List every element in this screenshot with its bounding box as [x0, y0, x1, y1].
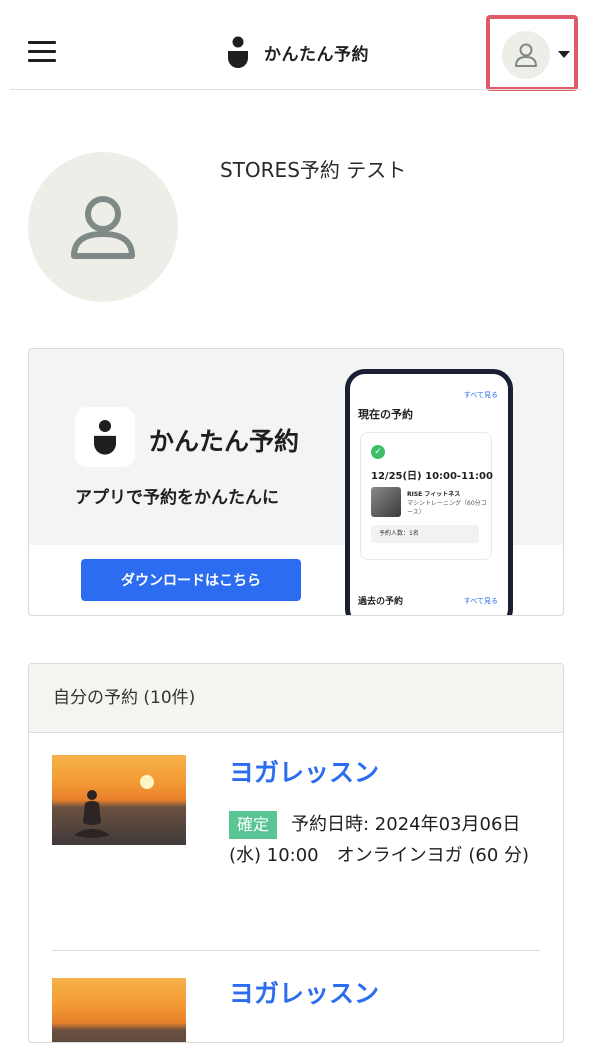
phone-reservation-card: ✓ 12/25(日) 10:00-11:00 RISE フィットネス マシントレ… — [360, 432, 493, 560]
phone-past-heading: 過去の予約 — [358, 597, 404, 607]
app-logo[interactable]: かんたん予約 — [228, 36, 369, 68]
reservations-header: 自分の予約 (10件) — [29, 664, 563, 733]
phone-thumbnail — [371, 487, 401, 517]
reservations-heading: 自分の予約 (10件) — [53, 688, 196, 708]
check-icon: ✓ — [371, 445, 385, 459]
yoga-thumbnail — [52, 978, 186, 1042]
meditating-person-graphic — [74, 790, 110, 838]
profile-name: STORES予約 テスト — [220, 158, 407, 182]
sun-graphic — [140, 775, 154, 789]
user-icon — [71, 196, 135, 259]
status-badge: 確定 — [229, 811, 278, 839]
top-header: かんたん予約 — [0, 0, 592, 91]
app-download-banner[interactable]: かんたん予約 アプリで予約をかんたんに ダウンロードはこちら すべて見る 現在の… — [28, 348, 564, 616]
phone-date: 12/25(日) 10:00-11:00 — [371, 471, 493, 482]
phone-current-heading: 現在の予約 — [358, 408, 413, 421]
phone-course: マシントレーニング（60分コース） — [407, 500, 487, 516]
reservation-title[interactable]: ヨガレッスン — [229, 974, 379, 1010]
phone-see-all-past-link: すべて見る — [463, 597, 498, 605]
header-divider — [10, 89, 582, 90]
profile-avatar — [28, 152, 178, 302]
logo-mark-icon — [228, 36, 248, 68]
phone-mockup: すべて見る 現在の予約 ✓ 12/25(日) 10:00-11:00 RISE … — [345, 369, 513, 615]
app-icon — [75, 407, 135, 467]
phone-count: 予約人数：1名 — [371, 525, 479, 543]
phone-see-all-link: すべて見る — [463, 391, 498, 399]
hamburger-icon[interactable] — [28, 41, 56, 63]
caret-down-icon — [558, 51, 570, 58]
phone-shop: RISE フィットネス — [407, 491, 461, 498]
user-icon — [502, 31, 550, 79]
yoga-thumbnail — [52, 755, 186, 845]
reservation-title[interactable]: ヨガレッスン — [229, 753, 379, 789]
reservations-panel: 自分の予約 (10件) ヨガレッスン 確定 予約日時: 2024年03月06日 (… — [28, 663, 564, 1043]
banner-subtitle: アプリで予約をかんたんに — [75, 488, 279, 508]
item-divider — [52, 950, 540, 951]
download-button[interactable]: ダウンロードはこちら — [81, 559, 301, 601]
reservation-meta: 確定 予約日時: 2024年03月06日 (水) 10:00 オンラインヨガ (6… — [229, 809, 541, 871]
app-name: かんたん予約 — [264, 44, 369, 65]
banner-app-title: かんたん予約 — [149, 427, 300, 456]
user-menu-button[interactable] — [486, 15, 578, 91]
